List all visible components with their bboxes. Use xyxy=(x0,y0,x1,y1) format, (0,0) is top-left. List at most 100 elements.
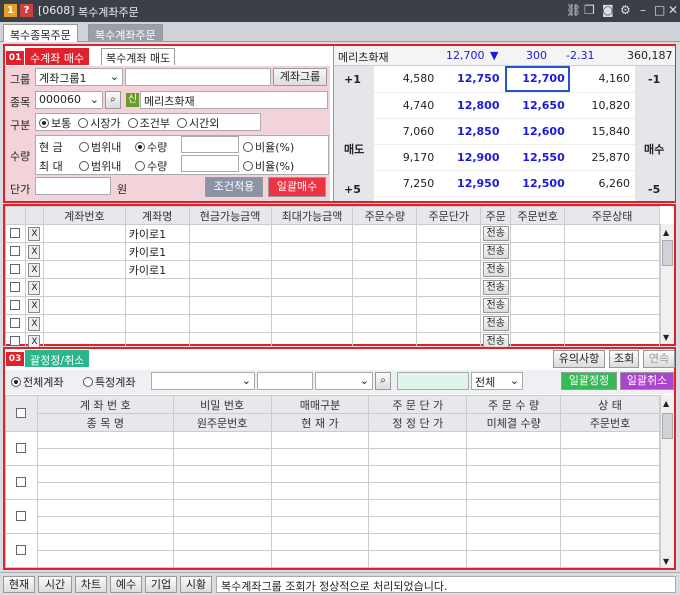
remove-row-icon[interactable]: X xyxy=(28,317,41,331)
bid-price[interactable]: 12,600 xyxy=(504,118,570,145)
status-btn-time[interactable]: 시간 xyxy=(38,576,72,593)
bulk-scrollbar[interactable]: ▲ ▼ xyxy=(660,395,674,568)
order-qty-cell[interactable] xyxy=(352,278,418,297)
order-qty-cell[interactable] xyxy=(352,224,418,243)
apply-condition-button[interactable]: 조건적용 xyxy=(205,177,263,197)
bid-price[interactable]: 12,500 xyxy=(504,170,570,197)
notice-button[interactable]: 유의사항 xyxy=(553,350,605,368)
continue-button[interactable]: 연속 xyxy=(643,350,675,368)
ask-price[interactable]: 12,850 xyxy=(439,118,505,145)
cash-qty-input[interactable] xyxy=(181,136,239,153)
type-normal[interactable]: 보통 xyxy=(39,117,71,130)
order-qty-cell[interactable] xyxy=(352,314,418,333)
row-checkbox[interactable] xyxy=(10,282,21,292)
settings-icon[interactable]: ⚙ xyxy=(620,3,631,17)
accounts-scrollbar[interactable]: ▲ ▼ xyxy=(660,224,674,344)
remove-row-icon[interactable]: X xyxy=(28,299,41,313)
price-input[interactable] xyxy=(35,177,111,195)
specific-accounts-option[interactable]: 특정계좌 xyxy=(83,374,135,390)
scroll-up-icon[interactable]: ▲ xyxy=(663,228,669,237)
send-button[interactable]: 전송 xyxy=(482,298,509,313)
status-btn-current[interactable]: 현재 xyxy=(3,576,35,593)
row-checkbox[interactable] xyxy=(16,511,27,521)
max-qty-option[interactable]: 수량 xyxy=(135,158,167,174)
screenshot-icon[interactable]: ◙ xyxy=(602,3,614,17)
order-qty-cell[interactable] xyxy=(352,260,418,279)
row-checkbox[interactable] xyxy=(10,300,21,310)
bulk-cancel-button[interactable]: 일괄취소 xyxy=(620,372,674,390)
query-button[interactable]: 조회 xyxy=(609,350,639,368)
status-btn-company[interactable]: 기업 xyxy=(145,576,177,593)
order-price-cell[interactable] xyxy=(416,296,482,315)
type-market[interactable]: 시장가 xyxy=(78,117,121,130)
copy-icon[interactable]: ❐ xyxy=(584,3,595,17)
cash-qty-option[interactable]: 수량 xyxy=(135,139,167,155)
remove-row-icon[interactable]: X xyxy=(28,245,41,259)
max-range-option[interactable]: 범위내 xyxy=(79,158,121,174)
tab-buy[interactable]: 수계좌 매수 xyxy=(25,48,90,65)
send-button[interactable]: 전송 xyxy=(482,316,509,331)
bid-price[interactable]: 12,550 xyxy=(504,144,570,171)
stock-code-input[interactable]: 000060 ⌄ xyxy=(35,91,103,109)
bulk-modify-button[interactable]: 일괄정정 xyxy=(561,372,617,390)
order-price-cell[interactable] xyxy=(416,278,482,297)
status-btn-deposit[interactable]: 예수 xyxy=(110,576,142,593)
send-button[interactable]: 전송 xyxy=(482,280,509,295)
order-qty-cell[interactable] xyxy=(352,296,418,315)
scroll-thumb[interactable] xyxy=(662,240,673,266)
scroll-down-icon[interactable]: ▼ xyxy=(663,557,669,566)
order-price-cell[interactable] xyxy=(416,242,482,261)
scroll-thumb[interactable] xyxy=(662,413,673,439)
status-btn-chart[interactable]: 차트 xyxy=(75,576,107,593)
link-icon[interactable]: ⛓ xyxy=(566,3,581,17)
row-checkbox[interactable] xyxy=(10,318,21,328)
search-icon[interactable]: ⌕ xyxy=(105,91,121,109)
account-group-button[interactable]: 계좌그룹 xyxy=(273,68,327,86)
help-icon[interactable]: ? xyxy=(20,4,33,17)
row-checkbox[interactable] xyxy=(16,545,27,555)
remove-row-icon[interactable]: X xyxy=(28,281,41,295)
remove-row-icon[interactable]: X xyxy=(28,227,41,241)
status-btn-market[interactable]: 시황 xyxy=(180,576,212,593)
close-icon[interactable]: ✕ xyxy=(668,3,678,17)
group-info-field[interactable] xyxy=(125,68,271,86)
cash-ratio-option[interactable]: 비율(%) xyxy=(243,139,294,155)
row-checkbox[interactable] xyxy=(10,246,21,256)
ask-price[interactable]: 12,800 xyxy=(439,92,505,119)
stock-select[interactable]: ⌄ xyxy=(315,372,373,390)
scroll-down-icon[interactable]: ▼ xyxy=(663,333,669,342)
ask-price[interactable]: 12,950 xyxy=(439,170,505,197)
tab-bulk-modify-cancel[interactable]: 괄정정/취소 xyxy=(25,350,90,367)
tab-multi-account[interactable]: 복수계좌주문 xyxy=(88,24,163,42)
send-button[interactable]: 전송 xyxy=(482,262,509,277)
max-ratio-option[interactable]: 비율(%) xyxy=(243,158,294,174)
tab-sell[interactable]: 복수계좌 매도 xyxy=(101,48,176,65)
search-icon[interactable]: ⌕ xyxy=(375,372,391,390)
bulk-buy-button[interactable]: 일괄매수 xyxy=(268,177,326,197)
type-after-hours[interactable]: 시간외 xyxy=(177,117,219,130)
bid-price[interactable]: 12,700 xyxy=(504,66,570,93)
password-input[interactable] xyxy=(257,372,313,390)
scroll-up-icon[interactable]: ▲ xyxy=(663,399,669,408)
max-qty-input[interactable] xyxy=(181,155,239,172)
row-checkbox[interactable] xyxy=(16,443,27,453)
order-price-cell[interactable] xyxy=(416,314,482,333)
maximize-icon[interactable]: □ xyxy=(654,3,665,17)
group-select[interactable]: 계좌그룹1 ⌄ xyxy=(35,68,123,86)
send-button[interactable]: 전송 xyxy=(482,226,509,241)
account-select[interactable]: ⌄ xyxy=(151,372,255,390)
all-accounts-option[interactable]: 전체계좌 xyxy=(11,374,63,390)
order-qty-cell[interactable] xyxy=(352,242,418,261)
row-checkbox[interactable] xyxy=(10,336,21,346)
order-price-cell[interactable] xyxy=(416,260,482,279)
order-price-cell[interactable] xyxy=(416,224,482,243)
row-checkbox[interactable] xyxy=(10,264,21,274)
send-button[interactable]: 전송 xyxy=(482,244,509,259)
type-conditional[interactable]: 조건부 xyxy=(127,117,170,130)
ask-price[interactable]: 12,900 xyxy=(439,144,505,171)
select-all-checkbox[interactable] xyxy=(16,408,27,418)
row-checkbox[interactable] xyxy=(16,477,27,487)
filter-select[interactable]: 전체 ⌄ xyxy=(471,372,523,390)
tab-multi-stock[interactable]: 복수종목주문 xyxy=(3,24,78,42)
remove-row-icon[interactable]: X xyxy=(28,263,41,277)
